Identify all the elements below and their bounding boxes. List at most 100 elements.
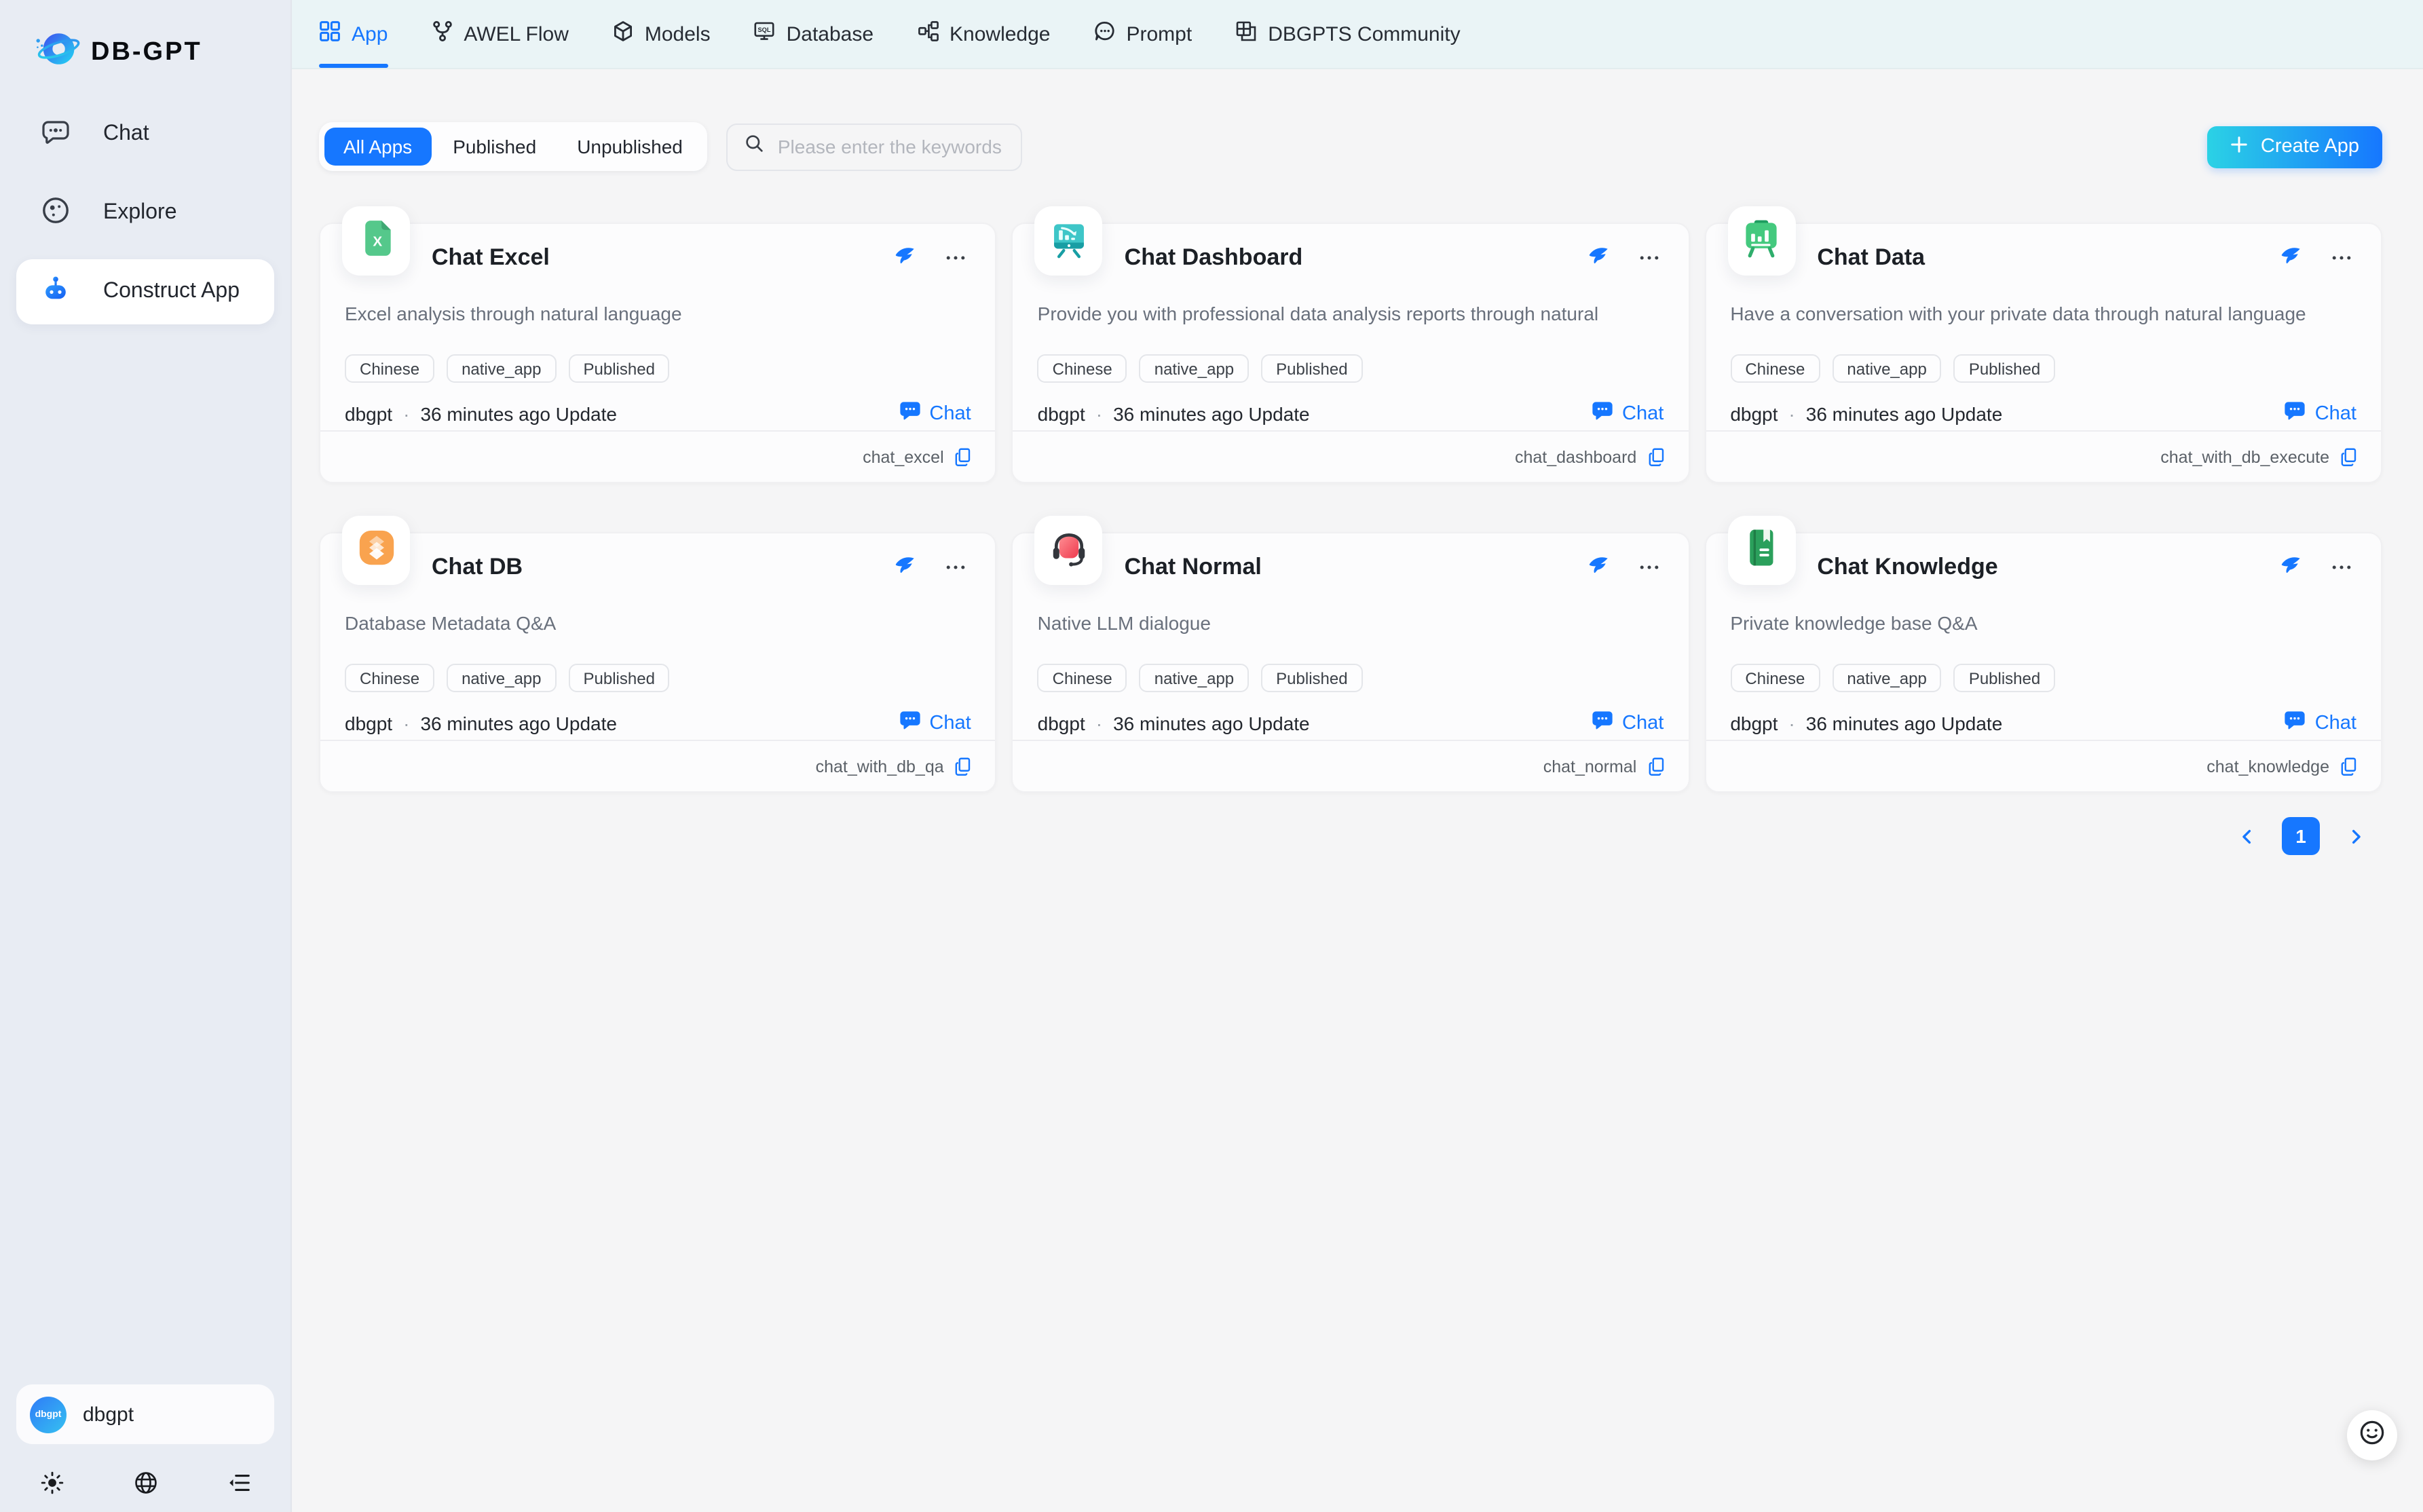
- card-meta: dbgpt · 36 minutes ago Update Chat: [345, 708, 971, 737]
- dingtalk-share-icon[interactable]: [2278, 246, 2302, 270]
- card-actions: [893, 555, 969, 580]
- card-footer: chat_with_db_execute: [1706, 430, 2381, 482]
- toolbar: All Apps Published Unpublished Create Ap…: [319, 122, 2382, 171]
- chat-link[interactable]: Chat: [2284, 708, 2356, 737]
- box-icon: [612, 20, 634, 48]
- app-code: chat_with_db_qa: [816, 757, 944, 776]
- card-meta: dbgpt · 36 minutes ago Update Chat: [1038, 399, 1664, 428]
- dingtalk-share-icon[interactable]: [2278, 555, 2302, 580]
- sidebar-menu: Chat Explore: [0, 102, 290, 338]
- app-card[interactable]: Chat Normal Native LLM dialogue Chinesen…: [1012, 532, 1690, 793]
- main-area: App AWEL Flow Models SQL Database: [292, 0, 2423, 1512]
- app-title: Chat DB: [432, 554, 523, 581]
- app-card[interactable]: Chat DB Database Metadata Q&A Chinesenat…: [319, 532, 997, 793]
- app-title: Chat Dashboard: [1125, 244, 1303, 271]
- app-description: Private knowledge base Q&A: [1730, 611, 2356, 638]
- chat-link-label: Chat: [2315, 402, 2356, 424]
- sidebar-item-construct-app[interactable]: Construct App: [16, 259, 274, 324]
- tag-chip: native_app: [1140, 664, 1249, 692]
- collapse-sidebar-icon[interactable]: [223, 1466, 255, 1498]
- brand-logo: DB-GPT: [0, 0, 290, 77]
- tab-awel-flow[interactable]: AWEL Flow: [431, 0, 568, 68]
- previous-page-button[interactable]: [2228, 817, 2266, 855]
- svg-text:SQL: SQL: [758, 26, 771, 33]
- chat-link[interactable]: Chat: [898, 399, 971, 428]
- next-page-button[interactable]: [2336, 817, 2374, 855]
- more-actions-icon[interactable]: [2329, 555, 2354, 580]
- sidebar-item-explore[interactable]: Explore: [16, 181, 274, 246]
- chat-link[interactable]: Chat: [898, 708, 971, 737]
- app-card[interactable]: Chat Data Have a conversation with your …: [1704, 223, 2382, 483]
- speech-bubble-icon: [1094, 20, 1116, 48]
- pagination: 1: [319, 817, 2382, 855]
- card-footer: chat_knowledge: [1706, 740, 2381, 791]
- chat-link[interactable]: Chat: [1591, 708, 1664, 737]
- sidebar-item-chat[interactable]: Chat: [16, 102, 274, 167]
- brand-name: DB-GPT: [91, 37, 202, 67]
- chat-bubble-blue-icon: [1591, 399, 1614, 428]
- copy-icon[interactable]: [954, 756, 974, 776]
- user-profile-chip[interactable]: dbgpt dbgpt: [16, 1384, 274, 1444]
- blocks-icon: [1235, 20, 1257, 48]
- app-icon-box: [1035, 516, 1103, 585]
- more-actions-icon[interactable]: [1636, 246, 1661, 270]
- page-number-1[interactable]: 1: [2282, 817, 2320, 855]
- app-icon-box: [1727, 206, 1795, 276]
- copy-icon[interactable]: [1646, 447, 1666, 467]
- card-actions: [2278, 246, 2354, 270]
- app-code: chat_excel: [863, 447, 944, 466]
- keyword-search: [726, 123, 1022, 170]
- sql-monitor-icon: SQL: [754, 20, 776, 48]
- app-code: chat_knowledge: [2206, 757, 2329, 776]
- tab-prompt[interactable]: Prompt: [1094, 0, 1192, 68]
- app-card[interactable]: X Chat Excel Excel analysis through natu…: [319, 223, 997, 483]
- tab-app[interactable]: App: [319, 0, 388, 68]
- app-description: Excel analysis through natural language: [345, 301, 971, 328]
- dingtalk-share-icon[interactable]: [893, 246, 917, 270]
- tab-dbgpts-community[interactable]: DBGPTS Community: [1235, 0, 1460, 68]
- feedback-smiley-button[interactable]: [2347, 1410, 2397, 1460]
- chat-link[interactable]: Chat: [1591, 399, 1664, 428]
- tag-list: Chinesenative_appPublished: [345, 664, 971, 692]
- copy-icon[interactable]: [954, 447, 974, 467]
- dingtalk-share-icon[interactable]: [1585, 246, 1609, 270]
- chat-link[interactable]: Chat: [2284, 399, 2356, 428]
- app-card[interactable]: Chat Knowledge Private knowledge base Q&…: [1704, 532, 2382, 793]
- filter-unpublished[interactable]: Unpublished: [558, 128, 702, 166]
- tag-chip: Chinese: [1038, 354, 1127, 383]
- chat-link-label: Chat: [1622, 712, 1664, 734]
- tab-models[interactable]: Models: [612, 0, 711, 68]
- sidebar-footer: [19, 1460, 271, 1504]
- app-owner: dbgpt: [345, 402, 392, 424]
- dingtalk-share-icon[interactable]: [1585, 555, 1609, 580]
- search-input[interactable]: [775, 134, 1004, 159]
- meta-separator: ·: [1788, 712, 1795, 734]
- create-app-button[interactable]: Create App: [2208, 126, 2382, 168]
- dingtalk-share-icon[interactable]: [893, 555, 917, 580]
- app-updated: 36 minutes ago Update: [1806, 402, 2003, 424]
- more-actions-icon[interactable]: [2329, 246, 2354, 270]
- language-globe-icon[interactable]: [129, 1466, 162, 1498]
- app-icon-box: [1727, 516, 1795, 585]
- chat-bubble-blue-icon: [1591, 708, 1614, 737]
- copy-icon[interactable]: [1646, 756, 1666, 776]
- theme-sun-icon[interactable]: [35, 1466, 68, 1498]
- easel-app-icon: [1740, 216, 1782, 265]
- tag-chip: Chinese: [345, 354, 434, 383]
- more-actions-icon[interactable]: [1636, 555, 1661, 580]
- card-actions: [1585, 246, 1661, 270]
- smiley-icon: [2358, 1418, 2386, 1453]
- more-actions-icon[interactable]: [944, 555, 969, 580]
- meta-separator: ·: [1096, 402, 1102, 424]
- app-card[interactable]: Chat Dashboard Provide you with professi…: [1012, 223, 1690, 483]
- copy-icon[interactable]: [2339, 447, 2359, 467]
- copy-icon[interactable]: [2339, 756, 2359, 776]
- tab-label: Prompt: [1127, 22, 1192, 45]
- tab-database[interactable]: SQL Database: [754, 0, 874, 68]
- filter-all-apps[interactable]: All Apps: [324, 128, 431, 166]
- more-actions-icon[interactable]: [944, 246, 969, 270]
- grid-icon: [319, 20, 341, 48]
- user-name: dbgpt: [83, 1403, 134, 1426]
- filter-published[interactable]: Published: [434, 128, 555, 166]
- tab-knowledge[interactable]: Knowledge: [917, 0, 1050, 68]
